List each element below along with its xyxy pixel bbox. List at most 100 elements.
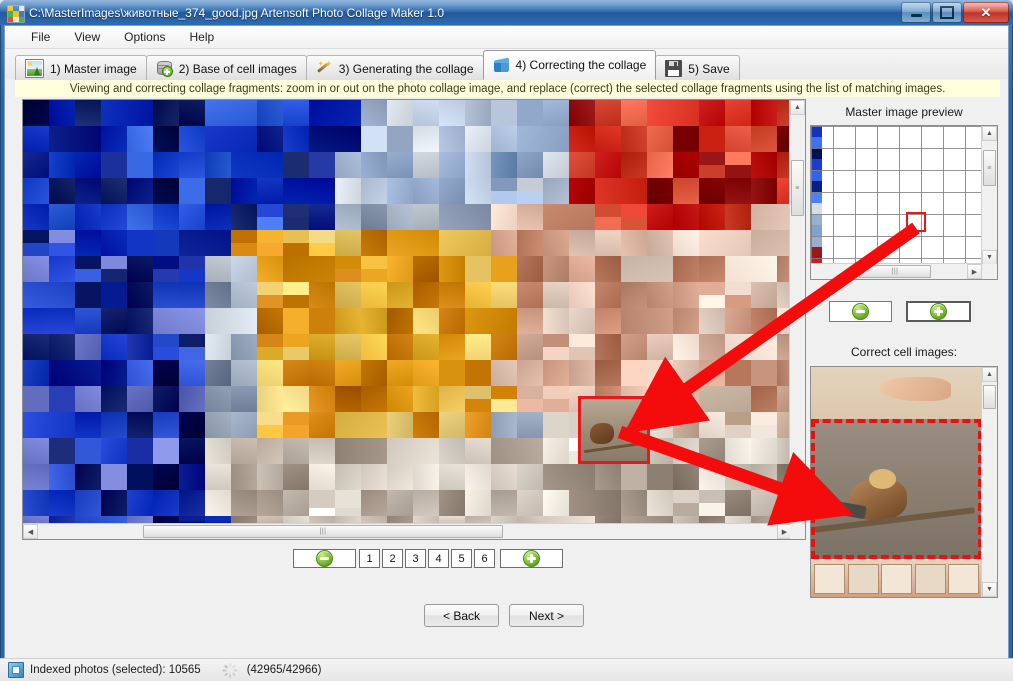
mosaic-tile[interactable]	[231, 412, 257, 438]
mosaic-tile[interactable]	[257, 464, 283, 490]
mosaic-tile[interactable]	[751, 425, 777, 438]
mosaic-tile[interactable]	[387, 256, 413, 282]
mosaic-tile[interactable]	[283, 347, 309, 360]
preview-image[interactable]	[811, 126, 982, 265]
tab-save[interactable]: 5) Save	[655, 55, 740, 81]
mosaic-tile[interactable]	[439, 412, 465, 438]
mosaic-tile[interactable]	[725, 204, 751, 230]
mosaic-tile[interactable]	[517, 399, 543, 412]
mosaic-tile[interactable]	[153, 308, 205, 334]
mosaic-tile[interactable]	[335, 269, 361, 282]
page-button-3[interactable]: 3	[405, 549, 426, 568]
mosaic-tile[interactable]	[751, 386, 777, 412]
mosaic-tile[interactable]	[75, 230, 101, 256]
mosaic-tile[interactable]	[413, 126, 439, 152]
mosaic-tile[interactable]	[751, 282, 777, 308]
mosaic-tile[interactable]	[283, 464, 309, 490]
mosaic-tile[interactable]	[517, 100, 543, 126]
mosaic-tile[interactable]	[491, 399, 517, 412]
mosaic-tile[interactable]	[543, 100, 569, 126]
mosaic-tile[interactable]	[283, 386, 309, 412]
mosaic-tile[interactable]	[673, 503, 699, 516]
mosaic-tile[interactable]	[309, 204, 335, 230]
mosaic-tile[interactable]	[647, 386, 673, 412]
mosaic-tile[interactable]	[283, 334, 309, 347]
collage-viewport[interactable]: ▲ ≡ ▼ ◀ ||| ▶	[22, 99, 806, 540]
mosaic-tile[interactable]	[49, 230, 75, 243]
correct-cell-images-list[interactable]: ▲ ▼	[810, 366, 998, 598]
mosaic-tile[interactable]	[465, 152, 491, 178]
mosaic-tile[interactable]	[283, 230, 309, 243]
tab-generating-the-collage[interactable]: ✦ ✦ 3) Generating the collage	[305, 55, 484, 81]
mosaic-tile[interactable]	[309, 308, 335, 334]
mosaic-tile[interactable]	[23, 386, 49, 412]
mosaic-tile[interactable]	[673, 126, 699, 152]
mosaic-tile[interactable]	[153, 464, 179, 490]
mosaic-tile[interactable]	[49, 490, 75, 516]
mosaic-tile[interactable]	[309, 412, 335, 438]
mosaic-tile[interactable]	[439, 438, 465, 464]
mosaic-tile[interactable]	[413, 360, 439, 386]
mosaic-tile[interactable]	[413, 152, 439, 178]
mosaic-tile[interactable]	[75, 334, 101, 360]
preview-horizontal-scroll-thumb[interactable]: |||	[859, 265, 931, 278]
mosaic-tile[interactable]	[673, 178, 699, 204]
mosaic-tile[interactable]	[231, 256, 257, 282]
mosaic-tile[interactable]	[465, 282, 491, 308]
mosaic-tile[interactable]	[439, 282, 465, 308]
mosaic-tile[interactable]	[751, 438, 777, 464]
mosaic-tile[interactable]	[491, 360, 517, 386]
mosaic-tile[interactable]	[101, 230, 127, 256]
mosaic-tile[interactable]	[465, 464, 491, 490]
tab-correcting-the-collage[interactable]: 4) Correcting the collage	[482, 50, 657, 79]
mosaic-tile[interactable]	[257, 217, 283, 230]
mosaic-tile[interactable]	[647, 204, 673, 230]
menu-item-view[interactable]: View	[62, 27, 112, 47]
mosaic-tile[interactable]	[751, 490, 777, 516]
mosaic-tile[interactable]	[127, 126, 153, 152]
mosaic-tile[interactable]	[49, 243, 75, 256]
mosaic-tile[interactable]	[101, 386, 127, 412]
mosaic-tile[interactable]	[23, 100, 49, 126]
mosaic-tile[interactable]	[517, 191, 543, 204]
mosaic-tile[interactable]	[361, 100, 387, 126]
mosaic-tile[interactable]	[465, 438, 491, 464]
mosaic-tile[interactable]	[205, 438, 231, 464]
mosaic-tile[interactable]	[543, 360, 569, 386]
mosaic-tile[interactable]	[673, 282, 699, 308]
mosaic-tile[interactable]	[543, 256, 569, 282]
mosaic-tile[interactable]	[725, 308, 751, 334]
mosaic-tile[interactable]	[361, 204, 387, 230]
mosaic-tile[interactable]	[205, 308, 257, 334]
mosaic-tile[interactable]	[595, 126, 621, 152]
mosaic-tile[interactable]	[699, 295, 725, 308]
scroll-up-button[interactable]: ▲	[790, 100, 805, 115]
mosaic-tile[interactable]	[413, 412, 439, 438]
mosaic-tile[interactable]	[257, 126, 283, 152]
mosaic-tile[interactable]	[439, 100, 465, 126]
mosaic-tile[interactable]	[439, 308, 465, 334]
mosaic-tile[interactable]	[387, 230, 439, 256]
close-button[interactable]: ✕	[963, 2, 1009, 23]
page-button-4[interactable]: 4	[428, 549, 449, 568]
mosaic-tile[interactable]	[75, 490, 101, 516]
mosaic-tile[interactable]	[725, 464, 751, 490]
mosaic-tile[interactable]	[595, 152, 621, 178]
mosaic-tile[interactable]	[673, 230, 699, 256]
mosaic-tile[interactable]	[335, 178, 361, 204]
mosaic-tile[interactable]	[335, 152, 361, 178]
mosaic-tile[interactable]	[699, 438, 725, 464]
mosaic-tile[interactable]	[673, 360, 699, 386]
mosaic-tile[interactable]	[543, 282, 569, 308]
mosaic-tile[interactable]	[179, 204, 205, 230]
mosaic-tile[interactable]	[179, 347, 205, 360]
collage-vertical-scrollbar[interactable]: ▲ ≡ ▼	[789, 100, 805, 525]
mosaic-tile[interactable]	[543, 464, 595, 490]
mosaic-tile[interactable]	[335, 334, 361, 360]
mosaic-tile[interactable]	[595, 334, 621, 360]
mosaic-tile[interactable]	[101, 360, 127, 386]
mosaic-tile[interactable]	[699, 178, 725, 204]
selected-candidate-image[interactable]	[811, 419, 982, 559]
mosaic-tile[interactable]	[23, 334, 49, 360]
mosaic-tile[interactable]	[23, 464, 49, 490]
